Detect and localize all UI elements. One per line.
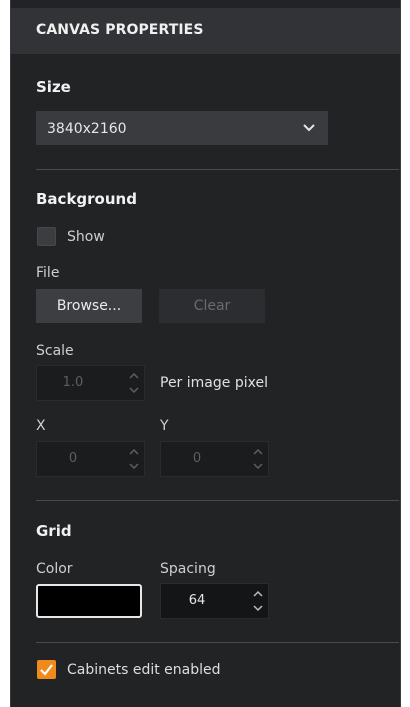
grid-section-title: Grid	[36, 522, 72, 540]
spin-arrows-icon[interactable]	[128, 370, 140, 396]
show-label: Show	[67, 229, 105, 245]
size-select[interactable]: 3840x2160	[36, 111, 328, 145]
clear-button-label: Clear	[193, 298, 231, 314]
grid-color-swatch[interactable]	[36, 584, 142, 618]
spin-arrows-icon[interactable]	[252, 446, 264, 472]
browse-button-label: Browse...	[56, 298, 122, 314]
cabinets-edit-checkbox[interactable]	[37, 660, 56, 679]
grid-spacing-label: Spacing	[160, 561, 216, 577]
background-section-title: Background	[36, 190, 137, 208]
divider	[36, 169, 399, 170]
y-spinbox[interactable]: 0	[160, 441, 269, 477]
grid-spacing-value: 64	[188, 593, 206, 608]
canvas-properties-panel: CANVAS PROPERTIES Size 3840x2160 Backgro…	[10, 0, 401, 707]
cabinets-edit-label: Cabinets edit enabled	[67, 662, 221, 678]
size-section-title: Size	[36, 78, 71, 96]
panel-header: CANVAS PROPERTIES	[11, 8, 400, 54]
spin-arrows-icon[interactable]	[252, 588, 264, 614]
scale-spinbox[interactable]: 1.0	[36, 365, 145, 401]
panel-title: CANVAS PROPERTIES	[36, 22, 204, 38]
scale-label: Scale	[36, 343, 74, 359]
x-value: 0	[68, 451, 78, 466]
divider	[36, 642, 399, 643]
file-label: File	[36, 265, 60, 281]
grid-spacing-spinbox[interactable]: 64	[160, 583, 269, 619]
grid-color-label: Color	[36, 561, 73, 577]
x-spinbox[interactable]: 0	[36, 441, 145, 477]
divider	[36, 500, 399, 501]
scale-value: 1.0	[62, 375, 84, 390]
clear-button[interactable]: Clear	[159, 289, 265, 323]
y-value: 0	[192, 451, 202, 466]
chevron-down-icon	[303, 124, 315, 132]
checkmark-icon	[40, 664, 53, 676]
x-label: X	[36, 418, 46, 434]
show-checkbox[interactable]	[37, 227, 56, 246]
size-select-value: 3840x2160	[47, 121, 127, 137]
y-label: Y	[160, 418, 169, 434]
browse-button[interactable]: Browse...	[36, 289, 142, 323]
scale-unit-label: Per image pixel	[160, 375, 268, 391]
spin-arrows-icon[interactable]	[128, 446, 140, 472]
